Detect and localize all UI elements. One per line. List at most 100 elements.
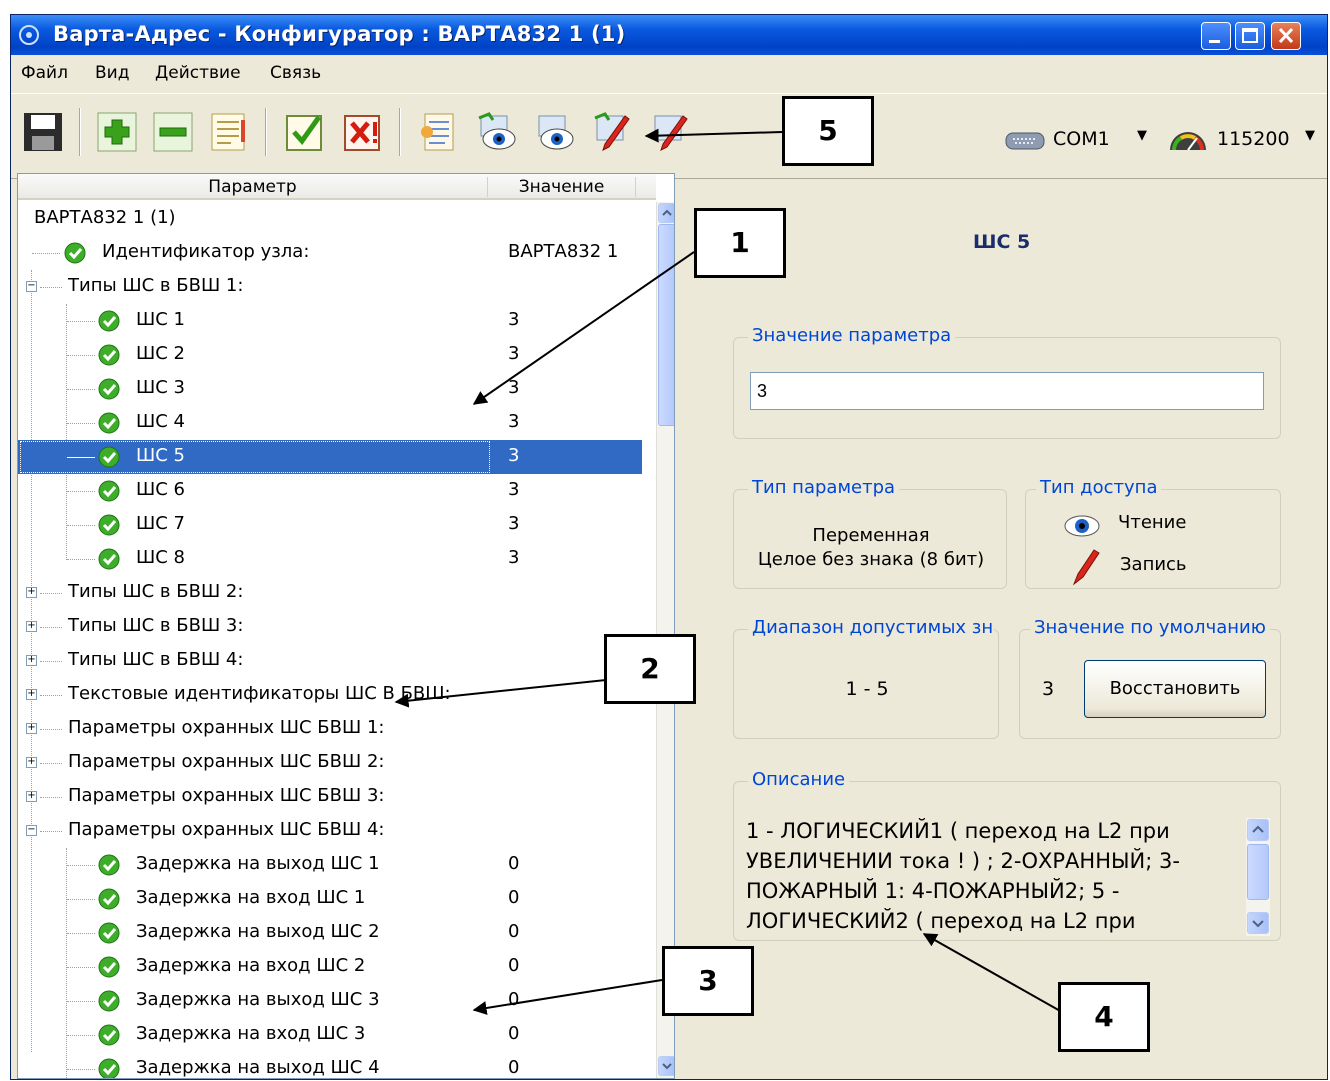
restore-button[interactable]: Восстановить xyxy=(1084,660,1266,718)
tree-row-root[interactable]: ВАРТА832 1 (1) xyxy=(18,202,642,236)
remove-icon[interactable] xyxy=(151,110,195,154)
scroll-up-button[interactable] xyxy=(1247,819,1269,841)
read-all-icon[interactable] xyxy=(533,110,577,154)
maximize-button[interactable] xyxy=(1235,22,1265,50)
list-icon[interactable] xyxy=(207,110,251,154)
expand-icon[interactable]: + xyxy=(26,689,37,700)
default-group-label: Значение по умолчанию xyxy=(1030,617,1270,638)
expand-icon[interactable]: + xyxy=(26,757,37,768)
port-value: COM1 xyxy=(1053,128,1110,150)
description-group-label: Описание xyxy=(748,769,850,790)
tree-row-label: Задержка на выход ШС 4 xyxy=(136,1057,380,1078)
expand-icon[interactable]: + xyxy=(26,621,37,632)
tree-row-group[interactable]: + Типы ШС в БВШ 3: xyxy=(18,610,642,644)
tree-row-item[interactable]: ШС 6 3 xyxy=(18,474,642,508)
tree-row-item[interactable]: Задержка на выход ШС 3 0 xyxy=(18,984,642,1018)
tree-row-item[interactable]: Задержка на выход ШС 4 0 xyxy=(18,1052,642,1078)
parameter-value-input[interactable] xyxy=(750,372,1264,410)
tree-row-item[interactable]: Задержка на вход ШС 2 0 xyxy=(18,950,642,984)
app-window: Варта-Адрес - Конфигуратор : ВАРТА832 1 … xyxy=(10,14,1328,1080)
write-all-icon[interactable] xyxy=(649,110,693,154)
tree-row-group[interactable]: + Параметры охранных ШС БВШ 3: xyxy=(18,780,642,814)
description-scrollbar[interactable] xyxy=(1246,818,1270,936)
range-group: Диапазон допустимых зн 1 - 5 xyxy=(733,617,999,739)
callout-4: 4 xyxy=(1058,982,1150,1052)
column-header-parameter[interactable]: Параметр xyxy=(18,177,488,197)
tree-row-group[interactable]: + Текстовые идентификаторы ШС В БВШ: xyxy=(18,678,642,712)
tree-line xyxy=(40,831,62,832)
scroll-up-button[interactable] xyxy=(658,203,674,223)
scroll-thumb[interactable] xyxy=(1247,844,1269,900)
tree-row-group[interactable]: − Параметры охранных ШС БВШ 4: xyxy=(18,814,642,848)
parameter-tree: ВАРТА832 1 (1) Идентификатор узла: ВАРТА… xyxy=(18,202,642,1078)
tree-row-item[interactable]: ШС 1 3 xyxy=(18,304,642,338)
check-circle-icon xyxy=(98,310,120,332)
tree-row-item[interactable]: Задержка на выход ШС 1 0 xyxy=(18,848,642,882)
tree-line xyxy=(67,865,95,866)
scroll-down-button[interactable] xyxy=(658,1056,674,1076)
check-icon[interactable] xyxy=(283,110,327,154)
column-header-value[interactable]: Значение xyxy=(488,177,636,197)
expand-icon[interactable]: + xyxy=(26,723,37,734)
read-eye-icon[interactable] xyxy=(475,110,519,154)
tree-row-group[interactable]: + Параметры охранных ШС БВШ 1: xyxy=(18,712,642,746)
close-button[interactable] xyxy=(1271,22,1301,50)
minimize-button[interactable] xyxy=(1201,22,1231,50)
check-circle-icon xyxy=(98,446,120,468)
tree-row-value: 3 xyxy=(508,309,520,330)
parameter-type-text: Переменная Целое без знака (8 бит) xyxy=(734,524,1008,572)
menu-file[interactable]: Файл xyxy=(21,63,68,83)
expand-icon[interactable]: + xyxy=(26,655,37,666)
tree-row-group[interactable]: + Параметры охранных ШС БВШ 2: xyxy=(18,746,642,780)
scroll-down-button[interactable] xyxy=(1247,912,1269,934)
tree-row-item[interactable]: ШС 3 3 xyxy=(18,372,642,406)
tree-row-label: Задержка на вход ШС 1 xyxy=(136,887,366,908)
access-write-label: Запись xyxy=(1120,554,1187,575)
chevron-down-icon xyxy=(662,1063,672,1070)
tree-row-label: ШС 3 xyxy=(136,377,185,398)
tree-line xyxy=(40,729,62,730)
tree-config-icon[interactable] xyxy=(417,110,461,154)
tree-line xyxy=(40,797,62,798)
tree-row-group[interactable]: + Типы ШС в БВШ 2: xyxy=(18,576,642,610)
menu-connection[interactable]: Связь xyxy=(270,63,321,83)
tree-row-item[interactable]: ШС 8 3 xyxy=(18,542,642,576)
tree-row-item[interactable]: ШС 7 3 xyxy=(18,508,642,542)
expand-icon[interactable]: + xyxy=(26,791,37,802)
tree-line xyxy=(67,423,95,424)
menu-bar: Файл Вид Действие Связь xyxy=(11,57,1327,89)
menu-action[interactable]: Действие xyxy=(155,63,241,83)
tree-row-item[interactable]: ШС 2 3 xyxy=(18,338,642,372)
tree-row-item[interactable]: ШС 4 3 xyxy=(18,406,642,440)
tree-row-group[interactable]: + Типы ШС в БВШ 4: xyxy=(18,644,642,678)
delete-icon[interactable] xyxy=(341,110,385,154)
tree-row-item[interactable]: Задержка на вход ШС 1 0 xyxy=(18,882,642,916)
collapse-icon[interactable]: − xyxy=(26,281,37,292)
save-icon[interactable] xyxy=(21,110,65,154)
add-icon[interactable] xyxy=(95,110,139,154)
port-select[interactable]: COM1 ▼ xyxy=(1053,128,1173,150)
tree-row-item[interactable]: Задержка на выход ШС 2 0 xyxy=(18,916,642,950)
tree-row-group[interactable]: − Типы ШС в БВШ 1: xyxy=(18,270,642,304)
chevron-up-icon xyxy=(662,209,672,216)
maximize-icon xyxy=(1242,28,1258,43)
tree-line xyxy=(67,525,95,526)
expand-icon[interactable]: + xyxy=(26,587,37,598)
scroll-thumb[interactable] xyxy=(658,224,674,426)
tree-row-label: Типы ШС в БВШ 3: xyxy=(68,615,244,636)
callout-1: 1 xyxy=(694,208,786,278)
baud-select[interactable]: 115200 ▼ xyxy=(1217,128,1327,150)
tree-row-node-id[interactable]: Идентификатор узла: ВАРТА832 1 xyxy=(18,236,642,270)
write-pen-icon[interactable] xyxy=(591,110,635,154)
collapse-icon[interactable]: − xyxy=(26,825,37,836)
toolbar-separator xyxy=(399,108,401,156)
tree-row-label: ШС 6 xyxy=(136,479,185,500)
tree-row-label: Параметры охранных ШС БВШ 4: xyxy=(68,819,385,840)
tree-row-item-selected[interactable]: ШС 5 3 xyxy=(18,440,642,474)
tree-line xyxy=(67,933,95,934)
tree-row-value: 0 xyxy=(508,887,520,908)
tree-row-label: Типы ШС в БВШ 4: xyxy=(68,649,244,670)
tree-row-item[interactable]: Задержка на вход ШС 3 0 xyxy=(18,1018,642,1052)
menu-view[interactable]: Вид xyxy=(95,63,129,83)
tree-line xyxy=(67,559,95,560)
